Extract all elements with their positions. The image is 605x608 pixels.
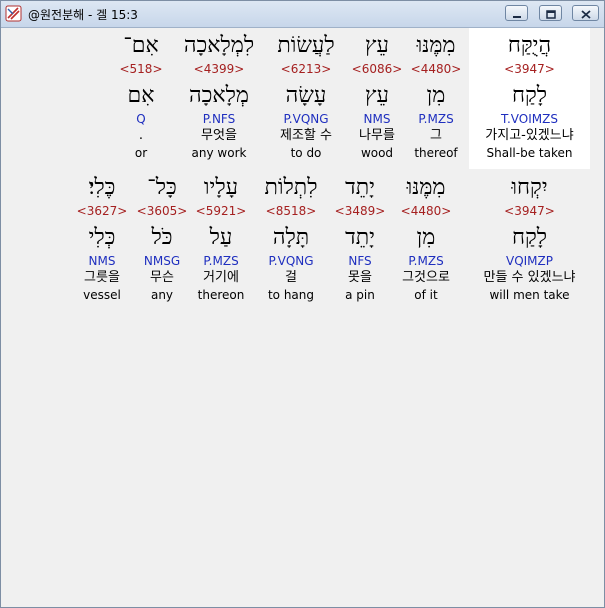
hebrew-lemma: לָקַח — [511, 225, 548, 250]
parsing-code: P.MZS — [408, 254, 444, 268]
strong-number[interactable]: <6213> — [268, 61, 344, 77]
parsing-code: VQIMZP — [505, 254, 553, 268]
english-gloss: Shall-be taken — [486, 146, 573, 160]
hebrew-word: מִמֶּנּוּ — [416, 33, 456, 58]
window-title: @원전분해 - 겔 15:3 — [28, 8, 138, 22]
hebrew-lemma: מִן — [416, 225, 436, 250]
word-block[interactable]: לַעֲשׂוֹת <6213> עָשָׂה P.VQNG 제조할 수 to … — [268, 31, 344, 161]
hebrew-word: מִמֶּנּוּ — [406, 175, 446, 200]
app-window: @원전분해 - 겔 15:3 אִם־ <518> אִם Q . or לִמ… — [0, 0, 605, 608]
english-gloss: to hang — [267, 288, 315, 302]
close-button[interactable] — [572, 5, 599, 21]
word-block[interactable]: מִמֶּנּוּ <4480> מִן P.MZS 그 thereof — [398, 31, 474, 161]
english-gloss: or — [134, 146, 148, 160]
hebrew-lemma: מִן — [426, 83, 446, 108]
hebrew-word: יָתֵד — [345, 175, 375, 200]
korean-gloss: 가지고-있겠느냐 — [485, 128, 574, 143]
hebrew-word: לִתְלוֹת — [264, 175, 318, 200]
korean-gloss: 못을 — [348, 270, 372, 285]
word-block[interactable]: אִם־ <518> אִם Q . or — [103, 31, 179, 161]
parsing-code: P.VQNG — [268, 254, 314, 268]
hebrew-word: יִקְחוּ — [511, 175, 548, 200]
strong-number[interactable]: <518> — [103, 61, 179, 77]
hebrew-lemma: לָקַח — [511, 83, 548, 108]
korean-gloss: 그것으로 — [402, 270, 450, 285]
strong-number[interactable]: <3947> — [468, 61, 591, 77]
strong-number[interactable]: <4480> — [388, 203, 464, 219]
korean-gloss: 무엇을 — [201, 128, 237, 143]
hebrew-lemma: יָתֵד — [345, 225, 375, 250]
word-block[interactable]: לִתְלוֹת <8518> תָּלָה P.VQNG 걸 to hang — [253, 173, 329, 303]
hebrew-lemma: עָשָׂה — [285, 83, 327, 108]
english-gloss: will men take — [489, 288, 570, 302]
strong-number[interactable]: <4399> — [181, 61, 257, 77]
strong-number[interactable]: <3947> — [468, 203, 591, 219]
hebrew-lemma: אִם — [127, 83, 155, 108]
parsing-code: NFS — [348, 254, 372, 268]
strong-number[interactable]: <4480> — [398, 61, 474, 77]
hebrew-word: לִמְלָאכָה — [183, 33, 255, 58]
word-block[interactable]: עָלָיו <5921> עַל P.MZS 거기에 thereon — [183, 173, 259, 303]
hebrew-word: הֲיֻקַּח — [507, 33, 552, 58]
strong-number[interactable]: <3489> — [322, 203, 398, 219]
parsing-code: P.MZS — [203, 254, 239, 268]
korean-gloss: . — [138, 128, 144, 143]
minimize-icon — [512, 4, 522, 23]
hebrew-word: לַעֲשׂוֹת — [277, 33, 335, 58]
maximize-icon — [545, 4, 556, 23]
korean-gloss: 걸 — [285, 270, 297, 285]
hebrew-word: אִם־ — [123, 33, 159, 58]
word-block[interactable]: יִקְחוּ <3947> לָקַח VQIMZP 만들 수 있겠느냐 wi… — [468, 173, 591, 303]
hebrew-lemma: מְלָאכָה — [189, 83, 249, 108]
parsing-code: P.VQNG — [283, 112, 329, 126]
title-bar[interactable]: @원전분해 - 겔 15:3 — [1, 1, 604, 28]
close-icon — [580, 4, 591, 23]
app-logo-icon[interactable] — [5, 5, 22, 22]
strong-number[interactable]: <8518> — [253, 203, 329, 219]
word-block-selected[interactable]: הֲיֻקַּח <3947> לָקַח T.VOIMZS 가지고-있겠느냐 … — [468, 31, 591, 161]
parsing-code: Q — [136, 112, 146, 126]
english-gloss: a pin — [345, 288, 375, 302]
english-gloss: of it — [414, 288, 438, 302]
korean-gloss: 제조할 수 — [280, 128, 332, 143]
hebrew-lemma: תָּלָה — [272, 225, 310, 250]
minimize-button[interactable] — [505, 5, 528, 21]
word-block[interactable]: לִמְלָאכָה <4399> מְלָאכָה P.NFS 무엇을 any… — [181, 31, 257, 161]
strong-number[interactable]: <5921> — [183, 203, 259, 219]
parsing-code: P.MZS — [418, 112, 454, 126]
english-gloss: any work — [191, 146, 247, 160]
word-block[interactable]: מִמֶּנּוּ <4480> מִן P.MZS 그것으로 of it — [388, 173, 464, 303]
korean-gloss: 그 — [430, 128, 442, 143]
parsing-code: T.VOIMZS — [501, 112, 558, 126]
hebrew-word: עָלָיו — [203, 175, 239, 200]
word-block[interactable]: יָתֵד <3489> יָתֵד NFS 못을 a pin — [322, 173, 398, 303]
hebrew-lemma: עַל — [209, 225, 233, 250]
english-gloss: thereof — [414, 146, 458, 160]
english-gloss: to do — [290, 146, 322, 160]
maximize-button[interactable] — [539, 5, 562, 21]
parsing-code: P.NFS — [202, 112, 236, 126]
korean-gloss: 만들 수 있겠느냐 — [483, 270, 576, 285]
interlinear-panel: אִם־ <518> אִם Q . or לִמְלָאכָה <4399> … — [2, 28, 604, 607]
english-gloss: thereon — [197, 288, 245, 302]
korean-gloss: 거기에 — [203, 270, 239, 285]
